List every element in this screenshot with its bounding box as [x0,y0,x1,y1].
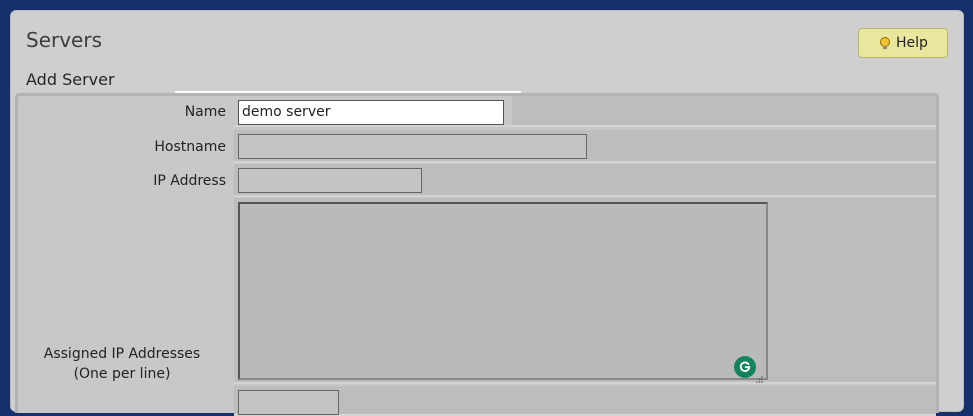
section-title: Add Server [26,70,115,89]
resize-handle-icon[interactable] [756,368,763,383]
assigned-ips-label-line2: (One per line) [73,366,171,382]
assigned-ips-row: Assigned IP Addresses (One per line) [18,198,936,384]
name-input[interactable]: demo server [238,100,504,125]
ip-address-label: IP Address [153,172,226,189]
hostname-input[interactable] [238,134,587,159]
ip-address-field-cell [234,164,936,197]
assigned-ips-label-line1: Assigned IP Addresses [43,346,201,362]
name-label: Name [184,103,226,120]
name-row: Name demo server [18,96,936,127]
hostname-row: Hostname [18,130,936,163]
next-row [18,386,936,416]
ip-address-input[interactable] [238,168,422,193]
add-server-form: Name demo server Hostname IP Address Ass… [15,93,939,416]
name-row-bg [512,96,936,125]
assigned-ips-textarea[interactable] [238,202,768,383]
assigned-ips-label: Assigned IP Addresses (One per line) [18,198,234,384]
help-button[interactable]: Help [858,28,948,58]
next-row-field-cell [234,386,936,416]
lightbulb-icon [878,36,892,50]
help-label: Help [896,35,928,51]
hostname-field-cell [234,130,936,163]
next-row-input[interactable] [238,390,339,415]
assigned-ips-field-cell [234,198,936,384]
page-title: Servers [26,28,103,52]
next-row-label [18,386,234,416]
ip-address-row: IP Address [18,164,936,197]
hostname-label: Hostname [154,138,226,155]
grammarly-icon[interactable] [734,356,756,378]
name-field-cell: demo server [234,96,936,127]
